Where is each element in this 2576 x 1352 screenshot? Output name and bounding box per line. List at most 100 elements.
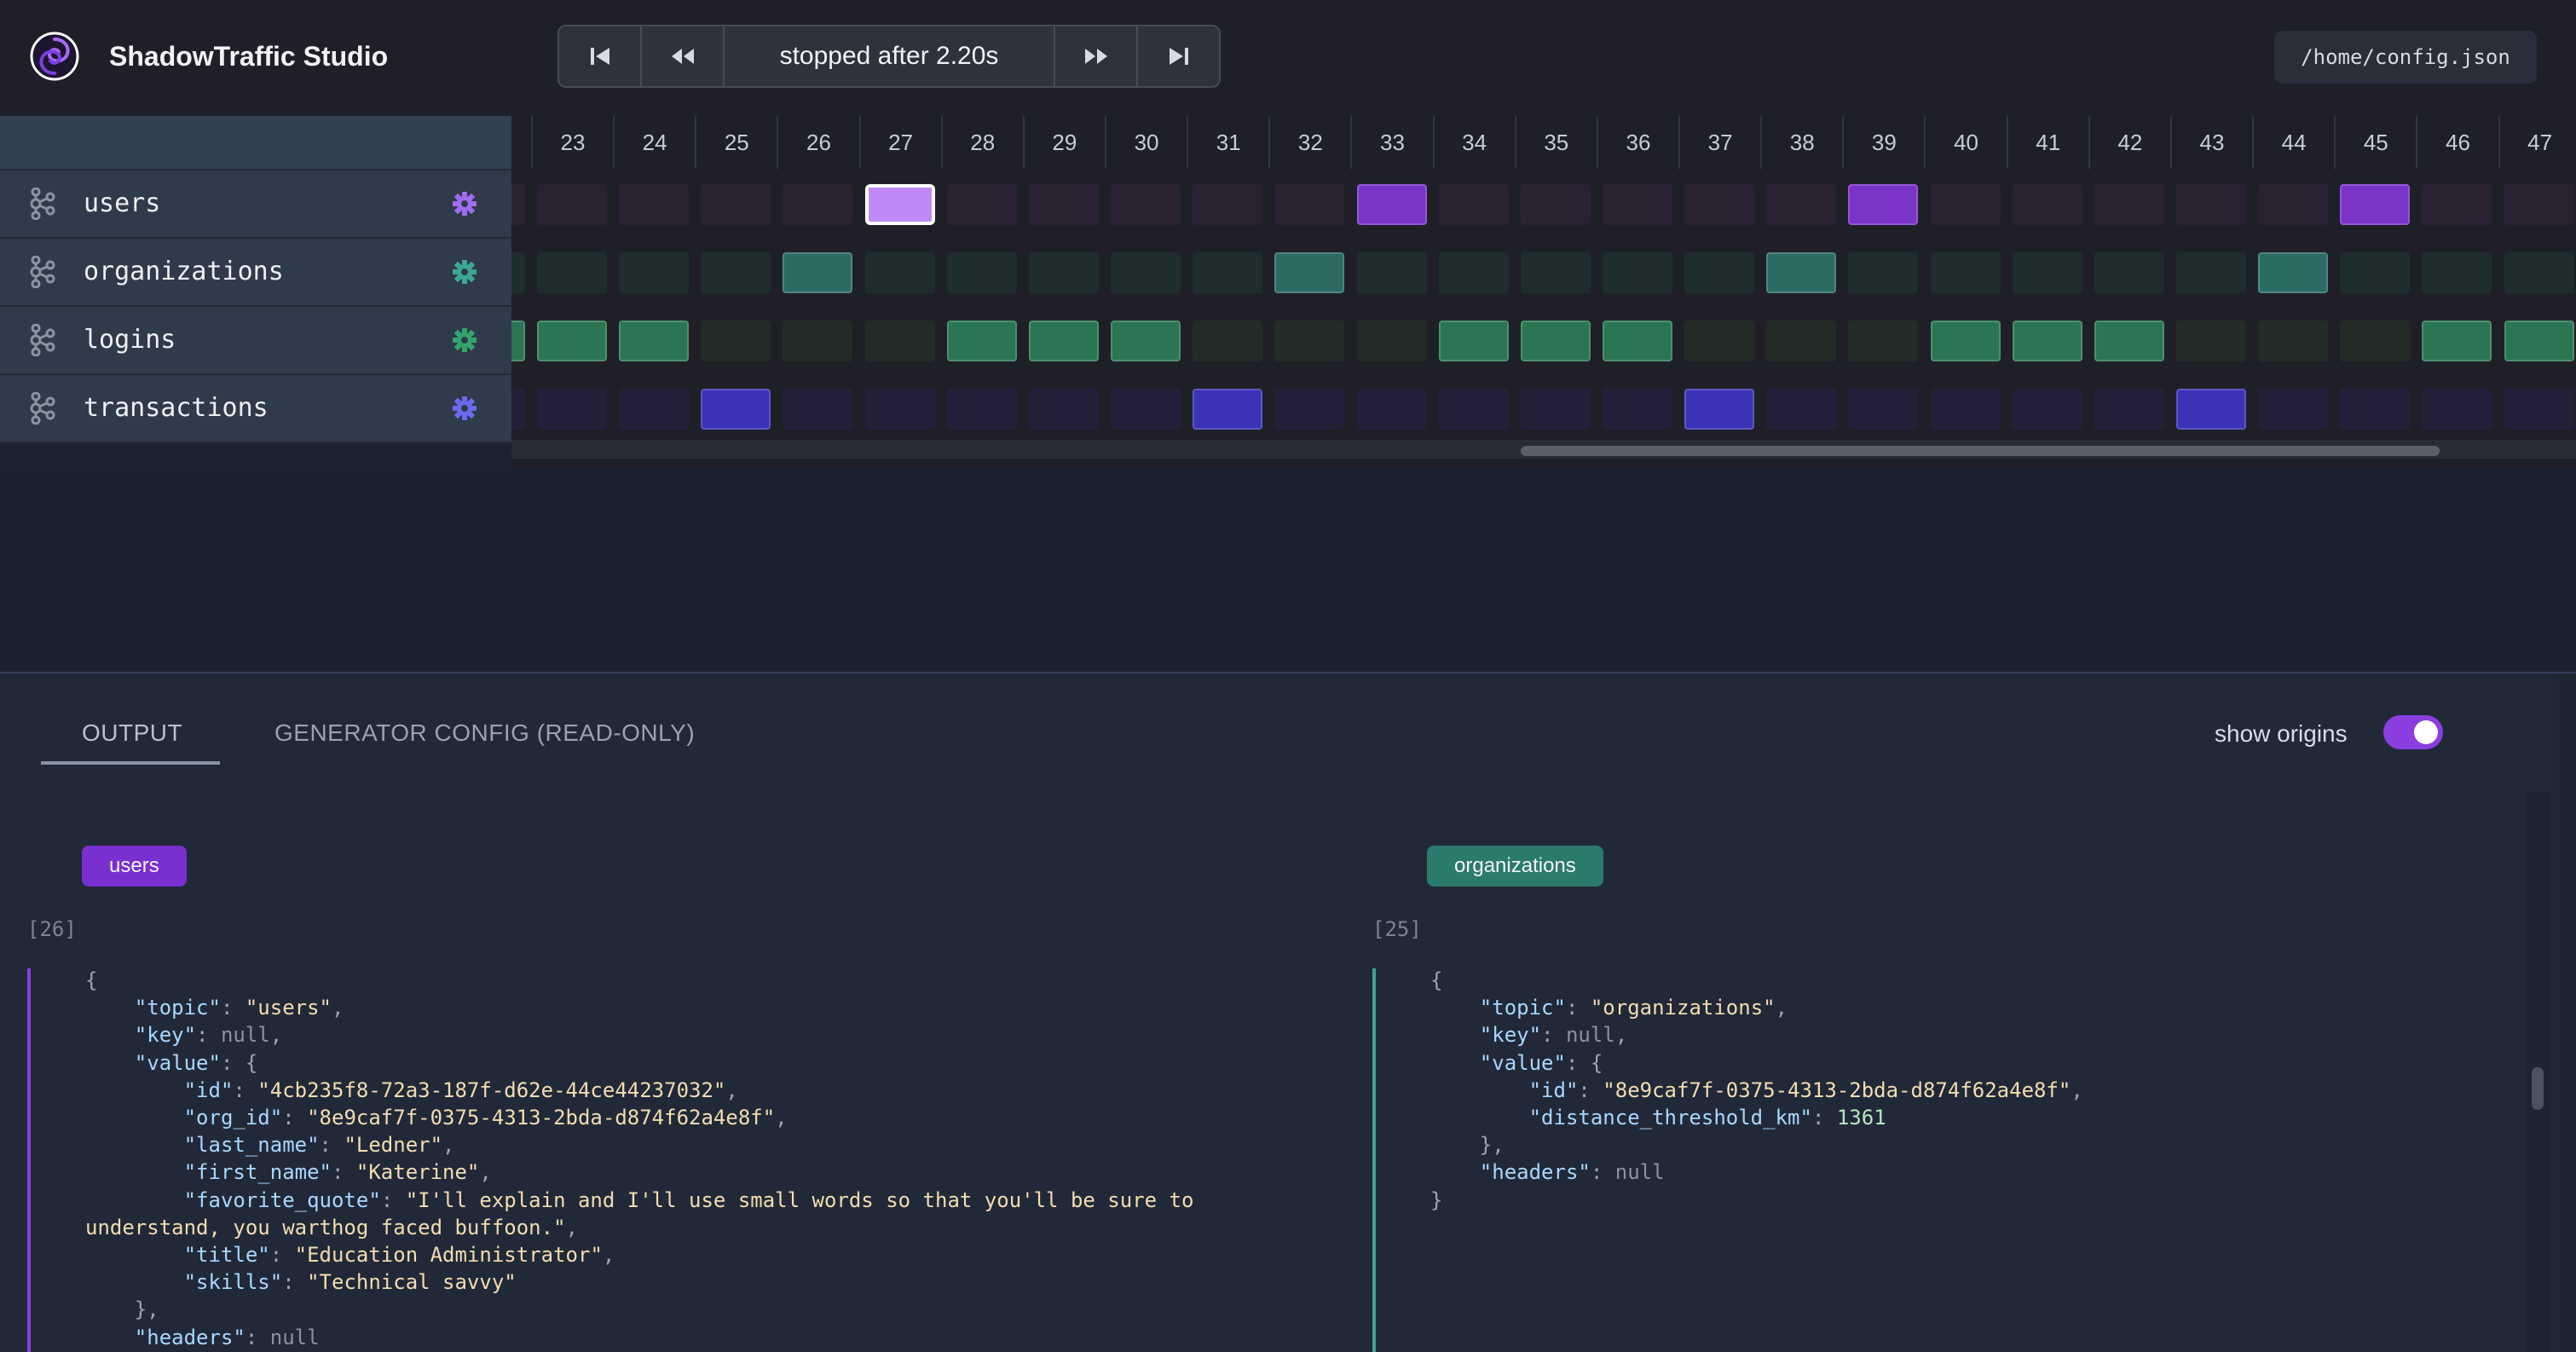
step-forward-button[interactable] (1054, 26, 1136, 86)
timeline-empty-slot[interactable] (1274, 389, 1345, 430)
timeline-event[interactable] (1766, 252, 1837, 293)
timeline-event[interactable] (1111, 321, 1181, 361)
timeline-event[interactable] (2340, 184, 2411, 225)
timeline-empty-slot[interactable] (1028, 184, 1099, 225)
timeline-empty-slot[interactable] (619, 184, 690, 225)
timeline-event[interactable] (1684, 389, 1755, 430)
timeline-empty-slot[interactable] (2258, 389, 2329, 430)
timeline-empty-slot[interactable] (946, 389, 1017, 430)
timeline-empty-slot[interactable] (1848, 321, 1919, 361)
timeline-empty-slot[interactable] (619, 389, 690, 430)
timeline-empty-slot[interactable] (701, 184, 771, 225)
stream-row-logins[interactable]: logins (0, 307, 511, 375)
timeline-empty-slot[interactable] (2422, 184, 2492, 225)
timeline-empty-slot[interactable] (2340, 321, 2411, 361)
timeline-event[interactable] (1520, 321, 1591, 361)
timeline-empty-slot[interactable] (864, 389, 935, 430)
timeline-empty-slot[interactable] (1193, 184, 1263, 225)
timeline-event[interactable] (701, 389, 771, 430)
timeline-event[interactable] (511, 321, 525, 361)
timeline-empty-slot[interactable] (2340, 389, 2411, 430)
timeline-event[interactable] (2258, 252, 2329, 293)
timeline-empty-slot[interactable] (511, 389, 525, 430)
timeline-empty-slot[interactable] (2094, 252, 2164, 293)
timeline-empty-slot[interactable] (1028, 389, 1099, 430)
timeline-empty-slot[interactable] (1930, 252, 2001, 293)
timeline-event[interactable] (946, 321, 1017, 361)
timeline-empty-slot[interactable] (1930, 389, 2001, 430)
tab-generator-config[interactable]: GENERATOR CONFIG (READ-ONLY) (274, 719, 695, 747)
timeline-empty-slot[interactable] (1930, 184, 2001, 225)
timeline-empty-slot[interactable] (1520, 184, 1591, 225)
timeline-event[interactable] (2176, 389, 2246, 430)
timeline-empty-slot[interactable] (2422, 389, 2492, 430)
timeline-scrollbar-thumb[interactable] (1521, 446, 2440, 456)
timeline-empty-slot[interactable] (1438, 252, 1509, 293)
gear-icon[interactable] (452, 396, 477, 425)
timeline-empty-slot[interactable] (1684, 321, 1755, 361)
timeline-empty-slot[interactable] (2012, 252, 2082, 293)
gear-icon[interactable] (452, 191, 477, 221)
skip-to-start-button[interactable] (559, 26, 642, 86)
timeline-event[interactable] (619, 321, 690, 361)
timeline-empty-slot[interactable] (1193, 321, 1263, 361)
timeline-event[interactable] (537, 321, 607, 361)
timeline-empty-slot[interactable] (1438, 389, 1509, 430)
timeline-empty-slot[interactable] (864, 321, 935, 361)
timeline-empty-slot[interactable] (2422, 252, 2492, 293)
timeline-empty-slot[interactable] (1111, 389, 1181, 430)
timeline-empty-slot[interactable] (1274, 184, 1345, 225)
timeline-event[interactable] (1930, 321, 2001, 361)
timeline-empty-slot[interactable] (511, 184, 525, 225)
timeline-event[interactable] (1602, 321, 1672, 361)
timeline-empty-slot[interactable] (1766, 321, 1837, 361)
timeline-empty-slot[interactable] (1111, 252, 1181, 293)
stream-row-organizations[interactable]: organizations (0, 239, 511, 307)
timeline-event[interactable] (1028, 321, 1099, 361)
timeline-empty-slot[interactable] (1356, 252, 1427, 293)
timeline-event[interactable] (2094, 321, 2164, 361)
timeline-empty-slot[interactable] (1520, 252, 1591, 293)
timeline-empty-slot[interactable] (1356, 321, 1427, 361)
timeline-empty-slot[interactable] (1848, 389, 1919, 430)
timeline-event[interactable] (1438, 321, 1509, 361)
timeline-empty-slot[interactable] (2176, 321, 2246, 361)
timeline-empty-slot[interactable] (1274, 321, 1345, 361)
timeline-empty-slot[interactable] (1602, 252, 1672, 293)
timeline-empty-slot[interactable] (2504, 252, 2574, 293)
timeline-empty-slot[interactable] (537, 252, 607, 293)
timeline-event[interactable] (1193, 389, 1263, 430)
timeline-event[interactable] (1848, 184, 1919, 225)
timeline-event[interactable] (1356, 184, 1427, 225)
timeline-empty-slot[interactable] (2258, 184, 2329, 225)
timeline-empty-slot[interactable] (2504, 184, 2574, 225)
timeline-empty-slot[interactable] (1602, 184, 1672, 225)
timeline-empty-slot[interactable] (1848, 252, 1919, 293)
stream-row-transactions[interactable]: transactions (0, 375, 511, 443)
timeline-event[interactable] (2012, 321, 2082, 361)
timeline-event[interactable] (1274, 252, 1345, 293)
skip-to-end-button[interactable] (1136, 26, 1219, 86)
timeline-empty-slot[interactable] (946, 252, 1017, 293)
timeline-empty-slot[interactable] (1356, 389, 1427, 430)
timeline-empty-slot[interactable] (783, 184, 853, 225)
timeline-event-selected[interactable] (864, 184, 935, 225)
timeline-empty-slot[interactable] (2094, 184, 2164, 225)
timeline-empty-slot[interactable] (2176, 252, 2246, 293)
timeline-empty-slot[interactable] (783, 321, 853, 361)
timeline-empty-slot[interactable] (1684, 184, 1755, 225)
timeline-empty-slot[interactable] (1684, 252, 1755, 293)
timeline-empty-slot[interactable] (2012, 389, 2082, 430)
timeline-empty-slot[interactable] (2340, 252, 2411, 293)
timeline-empty-slot[interactable] (1602, 389, 1672, 430)
timeline-empty-slot[interactable] (946, 184, 1017, 225)
timeline-empty-slot[interactable] (537, 389, 607, 430)
timeline-empty-slot[interactable] (1438, 184, 1509, 225)
timeline-empty-slot[interactable] (1766, 389, 1837, 430)
output-scrollbar-thumb[interactable] (2532, 1067, 2544, 1110)
timeline-empty-slot[interactable] (511, 252, 525, 293)
gear-icon[interactable] (452, 327, 477, 357)
timeline-event[interactable] (783, 252, 853, 293)
timeline-empty-slot[interactable] (2176, 184, 2246, 225)
timeline-empty-slot[interactable] (619, 252, 690, 293)
